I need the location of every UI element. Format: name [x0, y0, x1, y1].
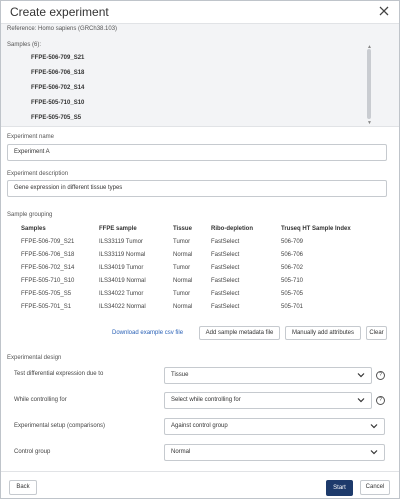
table-row: FFPE-506-702_S14 ILS34019 Tumor Tumor Fa… — [15, 263, 385, 276]
table-cell: 505-710 — [281, 278, 304, 284]
chevron-down-icon — [357, 373, 365, 378]
sample-list-item: FFPE-505-705_S5 — [31, 115, 82, 121]
column-header: FFPE sample — [99, 226, 137, 232]
column-header: Ribo-depletion — [211, 226, 253, 232]
experimental-setup-select[interactable]: Against control group — [164, 418, 385, 435]
sample-list-item: FFPE-505-710_S10 — [31, 100, 85, 106]
table-cell: Normal — [173, 252, 193, 258]
table-cell: Normal — [173, 304, 193, 310]
clear-button[interactable]: Clear — [366, 326, 387, 340]
chevron-down-icon — [370, 424, 378, 429]
samples-label: Samples (6): — [7, 42, 42, 48]
table-cell: 506-702 — [281, 265, 304, 271]
sample-list-item: FFPE-506-706_S18 — [31, 70, 85, 76]
download-example-csv-link[interactable]: Download example csv file — [112, 330, 183, 336]
table-cell: FastSelect — [211, 291, 240, 297]
table-row: FFPE-505-705_S5 ILS34022 Tumor Tumor Fas… — [15, 289, 385, 302]
table-cell: FastSelect — [211, 265, 240, 271]
table-cell: FFPE-505-710_S10 — [21, 278, 75, 284]
dialog-title: Create experiment — [10, 5, 109, 19]
selected-value: Against control group — [171, 423, 228, 429]
control-group-label: Control group — [14, 449, 51, 455]
scroll-down-arrow-icon[interactable]: ▼ — [367, 120, 372, 126]
dialog-footer: Back Start Cancel — [1, 471, 399, 499]
experimental-setup-label: Experimental setup (comparisons) — [14, 423, 106, 429]
sample-list-scrollbar[interactable] — [367, 49, 371, 119]
table-cell: FFPE-506-702_S14 — [21, 265, 75, 271]
sample-grouping-label: Sample grouping — [7, 212, 53, 218]
close-icon[interactable] — [377, 4, 391, 18]
table-cell: FastSelect — [211, 278, 240, 284]
table-cell: FFPE-506-706_S18 — [21, 252, 75, 258]
create-experiment-dialog: Create experiment Reference: Homo sapien… — [0, 0, 400, 499]
table-cell: ILS34022 Normal — [99, 304, 146, 310]
table-cell: FFPE-506-709_S21 — [21, 239, 75, 245]
add-sample-metadata-button[interactable]: Add sample metadata file — [199, 326, 280, 340]
experiment-description-label: Experiment description — [7, 171, 69, 177]
table-row: FFPE-505-710_S10 ILS34019 Normal Normal … — [15, 276, 385, 289]
back-button[interactable]: Back — [9, 480, 37, 495]
start-button[interactable]: Start — [326, 480, 353, 496]
experimental-design-label: Experimental design — [7, 355, 62, 361]
experiment-name-input[interactable]: Experiment A — [7, 144, 387, 161]
controlling-for-label: While controlling for — [14, 397, 67, 403]
table-cell: 506-706 — [281, 252, 304, 258]
table-cell: FFPE-505-705_S5 — [21, 291, 72, 297]
table-cell: Tumor — [173, 239, 191, 245]
table-cell: ILS34019 Tumor — [99, 265, 144, 271]
differential-expression-label: Test differential expression due to — [14, 371, 104, 377]
help-icon[interactable]: ? — [376, 396, 385, 405]
table-header: Samples FFPE sample Tissue Ribo-depletio… — [15, 224, 385, 237]
reference-panel: Reference: Homo sapiens (GRCh38.103) Sam… — [1, 23, 399, 127]
table-cell: FastSelect — [211, 304, 240, 310]
chevron-down-icon — [370, 450, 378, 455]
sample-list-item: FFPE-506-709_S21 — [31, 55, 85, 61]
table-cell: FastSelect — [211, 252, 240, 258]
experiment-name-label: Experiment name — [7, 134, 55, 140]
controlling-for-select[interactable]: Select while controlling for — [164, 392, 372, 409]
table-cell: Normal — [173, 278, 193, 284]
table-cell: ILS34019 Normal — [99, 278, 146, 284]
manually-add-attributes-button[interactable]: Manually add attributes — [285, 326, 361, 340]
dialog-header: Create experiment — [1, 1, 399, 23]
selected-value: Tissue — [171, 372, 189, 378]
table-cell: Tumor — [173, 291, 191, 297]
table-row: FFPE-506-709_S21 ILS33119 Tumor Tumor Fa… — [15, 237, 385, 250]
table-cell: 505-705 — [281, 291, 304, 297]
table-cell: FFPE-505-701_S1 — [21, 304, 72, 310]
column-header: Truseq HT Sample Index — [281, 226, 351, 232]
reference-text: Reference: Homo sapiens (GRCh38.103) — [7, 26, 118, 32]
table-cell: FastSelect — [211, 239, 240, 245]
column-header: Samples — [21, 226, 46, 232]
control-group-select[interactable]: Normal — [164, 444, 385, 461]
selected-value: Select while controlling for — [171, 397, 241, 403]
column-header: Tissue — [173, 226, 192, 232]
table-cell: 505-701 — [281, 304, 304, 310]
differential-expression-select[interactable]: Tissue — [164, 367, 372, 384]
selected-value: Normal — [171, 449, 191, 455]
help-icon[interactable]: ? — [376, 371, 385, 380]
cancel-button[interactable]: Cancel — [360, 480, 390, 495]
table-cell: 506-709 — [281, 239, 304, 245]
experiment-description-input[interactable]: Gene expression in different tissue type… — [7, 180, 387, 197]
sample-list: FFPE-506-709_S21 FFPE-506-706_S18 FFPE-5… — [31, 55, 84, 130]
table-row: FFPE-505-701_S1 ILS34022 Normal Normal F… — [15, 302, 385, 315]
table-cell: Tumor — [173, 265, 191, 271]
chevron-down-icon — [357, 398, 365, 403]
table-cell: ILS33119 Tumor — [99, 239, 143, 245]
table-cell: ILS34022 Tumor — [99, 291, 144, 297]
table-cell: ILS33119 Normal — [99, 252, 146, 258]
sample-list-item: FFPE-506-702_S14 — [31, 85, 85, 91]
table-row: FFPE-506-706_S18 ILS33119 Normal Normal … — [15, 250, 385, 263]
